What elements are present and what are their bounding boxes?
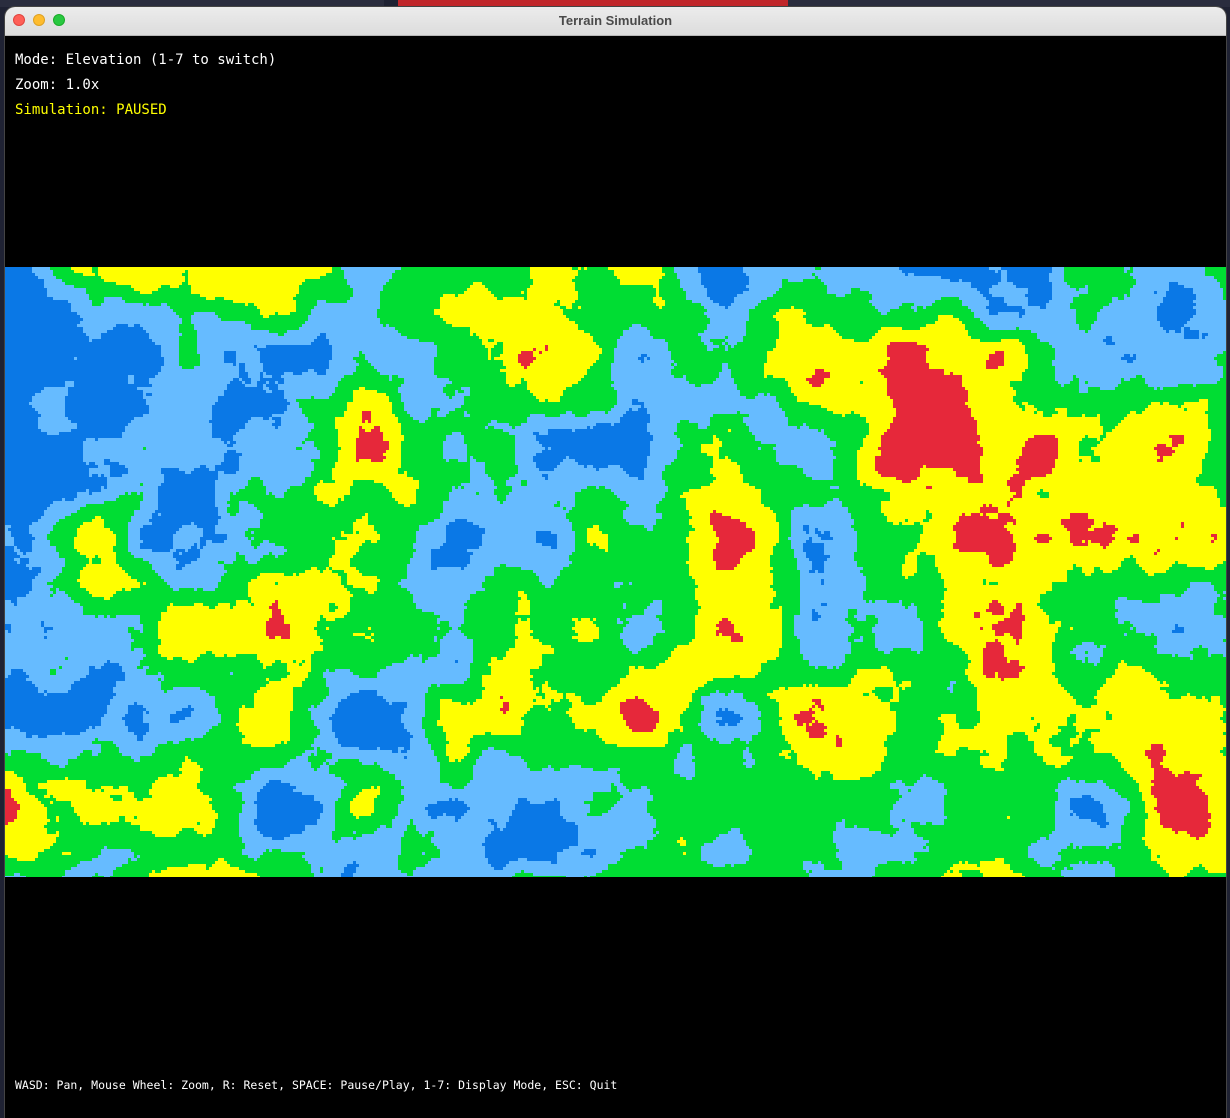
title-bar[interactable]: Terrain Simulation xyxy=(5,7,1226,36)
background-window-edge xyxy=(398,0,788,7)
controls-help: WASD: Pan, Mouse Wheel: Zoom, R: Reset, … xyxy=(15,1078,618,1092)
simulation-viewport[interactable]: Mode: Elevation (1-7 to switch) Zoom: 1.… xyxy=(5,36,1226,1118)
desktop-background-right xyxy=(788,0,1230,7)
window-title: Terrain Simulation xyxy=(558,13,673,28)
zoom-indicator: Zoom: 1.0x xyxy=(15,77,100,93)
mode-indicator: Mode: Elevation (1-7 to switch) xyxy=(15,52,277,68)
desktop-background xyxy=(0,0,384,7)
app-window: Terrain Simulation Mode: Elevation (1-7 … xyxy=(5,7,1226,1118)
simulation-status: Simulation: PAUSED xyxy=(15,102,167,118)
terrain-map[interactable] xyxy=(5,267,1226,877)
